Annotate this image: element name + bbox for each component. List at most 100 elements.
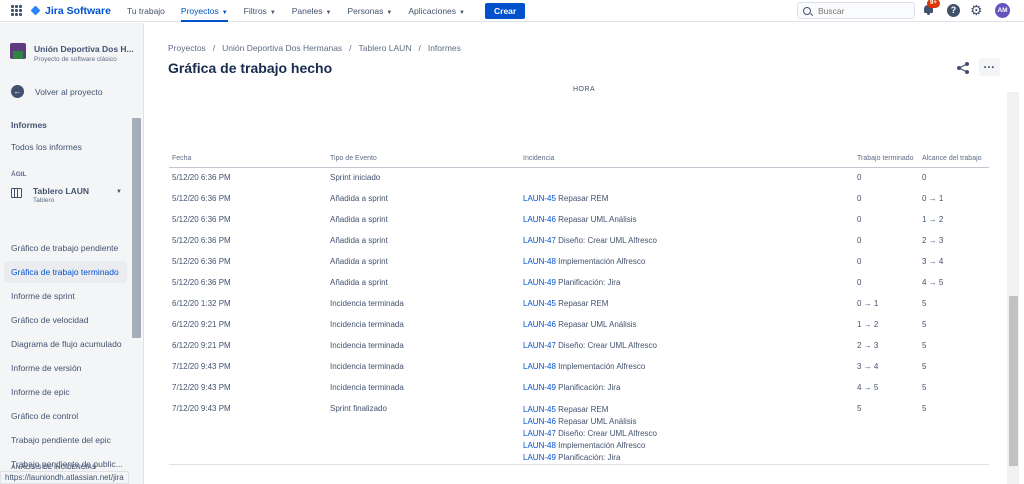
help-icon[interactable]: ? xyxy=(947,4,960,17)
nav-item-personas[interactable]: Personas ▼ xyxy=(347,0,392,22)
project-header[interactable]: Unión Deportiva Dos H... Proyecto de sof… xyxy=(10,43,134,63)
work-scope: 2 → 3 xyxy=(922,236,944,245)
nav-items: Tu trabajo Proyectos ▼ Filtros ▼ Paneles ▼ Pers… xyxy=(127,0,481,22)
issue-key-link[interactable]: LAUN-48 xyxy=(523,362,556,371)
issue-key-link[interactable]: LAUN-49 xyxy=(523,278,556,287)
settings-gear-icon[interactable]: ⚙ xyxy=(970,3,983,17)
more-options-button[interactable]: … xyxy=(979,58,1000,76)
nav-item-proyectos[interactable]: Proyectos ▼ xyxy=(180,0,228,22)
app-switcher-icon[interactable] xyxy=(11,5,22,16)
issue-entry: LAUN-48 Implementación Alfresco xyxy=(523,361,851,373)
event-type: Añadida a sprint xyxy=(330,236,388,245)
sidebar-item-all-reports[interactable]: Todos los informes xyxy=(4,136,127,158)
event-issues: LAUN-47 Diseño: Crear UML Alfresco xyxy=(520,230,854,251)
user-avatar[interactable]: AM xyxy=(995,3,1010,18)
issue-key-link[interactable]: LAUN-46 xyxy=(523,320,556,329)
notification-count-badge: 9+ xyxy=(927,0,940,8)
issue-key-link[interactable]: LAUN-45 xyxy=(523,299,556,308)
board-subtitle: Tablero xyxy=(33,197,55,204)
event-date: 6/12/20 9:21 PM xyxy=(172,320,231,329)
jira-logo[interactable]: Jira Software xyxy=(31,5,111,17)
board-name: Tablero LAUN xyxy=(33,186,90,196)
sidebar-item-report[interactable]: Informe de sprint xyxy=(4,285,127,307)
nav-item-label: Personas xyxy=(347,5,384,16)
back-to-project-link[interactable]: ← Volver al proyecto xyxy=(11,85,103,98)
event-date: 5/12/20 6:36 PM xyxy=(172,215,231,224)
search-box[interactable] xyxy=(797,2,915,19)
issue-entry: LAUN-46 Repasar UML Análisis xyxy=(523,416,851,428)
chevron-down-icon: ▼ xyxy=(116,189,122,195)
issue-key-link[interactable]: LAUN-47 xyxy=(523,429,556,438)
issue-summary: Implementación Alfresco xyxy=(558,256,646,266)
work-done: 1 → 2 xyxy=(857,320,879,329)
issue-entry: LAUN-46 Repasar UML Análisis xyxy=(523,319,851,331)
sidebar-item-report[interactable]: Trabajo pendiente del epic xyxy=(4,429,127,451)
search-input[interactable] xyxy=(818,5,913,16)
nav-item-filtros[interactable]: Filtros ▼ xyxy=(244,0,276,22)
event-issues: LAUN-49 Planificación: Jira xyxy=(520,377,854,398)
work-scope: 5 xyxy=(919,398,989,465)
breadcrumb-link[interactable]: Informes xyxy=(428,43,461,53)
sidebar-item-report[interactable]: Diagrama de flujo acumulado xyxy=(4,333,127,355)
nav-item-tu-trabajo[interactable]: Tu trabajo xyxy=(127,0,165,22)
event-issues: LAUN-45 Repasar REM LAUN-46 Repasar UML A… xyxy=(520,398,854,465)
board-selector[interactable]: Tablero LAUN Tablero ▼ xyxy=(11,186,122,204)
work-scope: 5 xyxy=(922,341,927,350)
table-row: 5/12/20 6:36 PM Añadida a sprint LAUN-46 R… xyxy=(169,209,989,230)
table-row: 5/12/20 6:36 PM Sprint iniciado 0 0 xyxy=(169,167,989,188)
work-done: 4 → 5 xyxy=(857,383,879,392)
event-type: Añadida a sprint xyxy=(330,194,388,203)
issue-key-link[interactable]: LAUN-46 xyxy=(523,417,556,426)
breadcrumb-link[interactable]: Proyectos xyxy=(168,43,206,53)
sidebar-item-report[interactable]: Informe de versión xyxy=(4,357,127,379)
breadcrumb-link[interactable]: Unión Deportiva Dos Hermanas xyxy=(222,43,342,53)
issue-key-link[interactable]: LAUN-47 xyxy=(523,341,556,350)
issue-key-link[interactable]: LAUN-47 xyxy=(523,236,556,245)
nav-item-aplicaciones[interactable]: Aplicaciones ▼ xyxy=(408,0,465,22)
work-done: 0 → 1 xyxy=(857,299,879,308)
sidebar-item-report[interactable]: Informe de epic xyxy=(4,381,127,403)
main-scrollbar-thumb[interactable] xyxy=(1009,296,1018,466)
issue-key-link[interactable]: LAUN-49 xyxy=(523,453,556,462)
event-type: Añadida a sprint xyxy=(330,215,388,224)
issue-key-link[interactable]: LAUN-45 xyxy=(523,405,556,414)
nav-item-paneles[interactable]: Paneles ▼ xyxy=(292,0,332,22)
issue-summary: Planificación: Jira xyxy=(558,453,621,462)
issue-analysis-group-label: ANÁLISIS DE INCIDENCIAS xyxy=(11,464,97,471)
column-header: Alcance del trabajo xyxy=(919,150,989,168)
event-type: Sprint finalizado xyxy=(327,398,520,465)
issue-summary: Repasar UML Análisis xyxy=(558,214,637,224)
project-sidebar: Unión Deportiva Dos H... Proyecto de sof… xyxy=(0,23,144,484)
issue-entry: LAUN-47 Diseño: Crear UML Alfresco xyxy=(523,235,851,247)
breadcrumb-separator: / xyxy=(418,43,421,53)
issue-key-link[interactable]: LAUN-49 xyxy=(523,383,556,392)
issue-key-link[interactable]: LAUN-45 xyxy=(523,194,556,203)
issue-entry: LAUN-49 Planificación: Jira xyxy=(523,277,851,289)
project-avatar xyxy=(10,43,26,59)
issue-key-link[interactable]: LAUN-46 xyxy=(523,215,556,224)
work-scope: 5 xyxy=(922,383,927,392)
board-icon xyxy=(11,188,22,198)
chevron-down-icon: ▼ xyxy=(221,9,228,16)
sidebar-item-report[interactable]: Gráfico de velocidad xyxy=(4,309,127,331)
issue-key-link[interactable]: LAUN-48 xyxy=(523,441,556,450)
create-button[interactable]: Crear xyxy=(485,2,526,19)
table-row: 7/12/20 9:43 PM Incidencia terminada LAUN-… xyxy=(169,356,989,377)
work-done: 2 → 3 xyxy=(857,341,879,350)
table-row: 5/12/20 6:36 PM Añadida a sprint LAUN-45 R… xyxy=(169,188,989,209)
sidebar-item-report[interactable]: Gráfico de trabajo pendiente xyxy=(4,237,127,259)
chevron-down-icon: ▼ xyxy=(325,9,332,16)
event-date: 5/12/20 6:36 PM xyxy=(172,173,231,183)
sidebar-item-report[interactable]: Gráfico de control xyxy=(4,405,127,427)
sidebar-item-report[interactable]: Gráfica de trabajo terminado xyxy=(4,261,127,283)
work-scope: 5 xyxy=(922,299,927,308)
event-type: Incidencia terminada xyxy=(330,383,404,392)
share-icon[interactable] xyxy=(956,61,970,75)
breadcrumb-link[interactable]: Tablero LAUN xyxy=(359,43,412,53)
sidebar-scrollbar[interactable] xyxy=(132,118,141,338)
issue-summary: Implementación Alfresco xyxy=(558,441,646,450)
work-scope: 1 → 2 xyxy=(922,215,944,224)
issue-entry: LAUN-47 Diseño: Crear UML Alfresco xyxy=(523,340,851,352)
issue-entry: LAUN-45 Repasar REM xyxy=(523,298,851,310)
issue-key-link[interactable]: LAUN-48 xyxy=(523,257,556,266)
